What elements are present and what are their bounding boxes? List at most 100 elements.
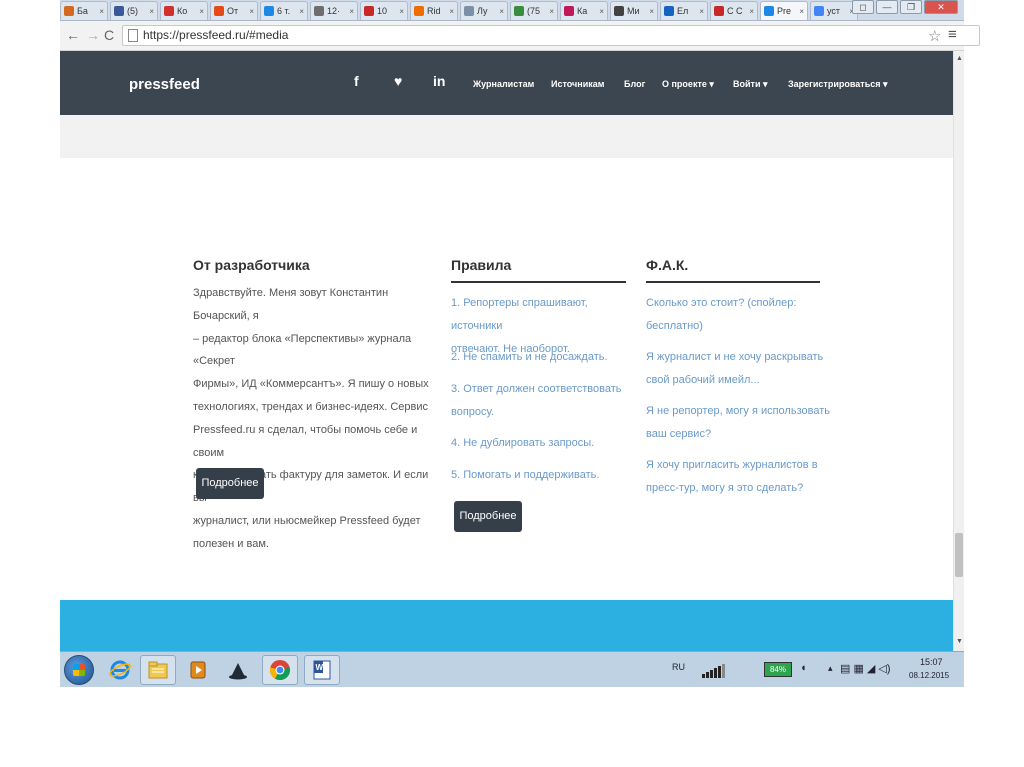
tab-favicon-icon (714, 6, 724, 16)
rule-item-4[interactable]: 4. Не дублировать запросы. (451, 432, 641, 455)
tab-label: 10 (377, 6, 388, 16)
tray-icons[interactable]: ▤ ▦ ◢ ◁) (840, 662, 891, 675)
chrome-icon[interactable] (262, 655, 298, 685)
tab-close-icon[interactable]: × (599, 7, 604, 16)
forward-icon[interactable]: → (86, 27, 100, 43)
tab-close-icon[interactable]: × (399, 7, 404, 16)
tab-favicon-icon (214, 6, 224, 16)
nav-blog[interactable]: Блог (624, 79, 645, 89)
media-player-icon[interactable] (180, 655, 216, 685)
rule-item-2[interactable]: 2. Не спамить и не досаждать. (451, 346, 641, 369)
browser-tab[interactable]: Ка × (560, 1, 608, 20)
faq-item-4[interactable]: Я хочу пригласить журналистов в пресс-ту… (646, 454, 846, 500)
tab-label: От (227, 6, 239, 16)
browser-tab[interactable]: Ко × (160, 1, 208, 20)
page-scrollbar[interactable]: ▲ ▼ (953, 51, 964, 651)
nav-login[interactable]: Войти ▾ (733, 79, 768, 90)
browser-tab[interactable]: 6 т. × (260, 1, 308, 20)
faq-divider (646, 281, 820, 283)
tray-overflow-icon[interactable]: ▴ (828, 663, 833, 674)
url-field[interactable]: https://pressfeed.ru/#media (122, 25, 980, 46)
rules-more-button[interactable]: Подробнее (454, 501, 522, 532)
tab-close-icon[interactable]: × (799, 7, 804, 16)
browser-tab[interactable]: Ба × (60, 1, 108, 20)
tab-label: 6 т. (277, 6, 291, 16)
faq-line: ваш сервис? (646, 427, 712, 440)
browser-tab[interactable]: Ел × (660, 1, 708, 20)
browser-tab[interactable]: Ми × (610, 1, 658, 20)
tab-close-icon[interactable]: × (149, 7, 154, 16)
scroll-up-icon[interactable]: ▲ (956, 55, 963, 62)
rule-line: вопросу. (451, 405, 494, 418)
page-icon (128, 29, 138, 42)
tab-label: (75 (527, 6, 541, 16)
browser-tab[interactable]: (75 × (510, 1, 558, 20)
nav-sources[interactable]: Источникам (551, 79, 604, 89)
tab-close-icon[interactable]: × (749, 7, 754, 16)
tab-close-icon[interactable]: × (249, 7, 254, 16)
tab-close-icon[interactable]: × (99, 7, 104, 16)
minimize-icon[interactable]: — (876, 0, 898, 14)
tab-close-icon[interactable]: × (449, 7, 454, 16)
file-explorer-icon[interactable] (140, 655, 176, 685)
signal-strength-icon[interactable] (702, 664, 725, 678)
tab-favicon-icon (414, 6, 424, 16)
nav-register[interactable]: Зарегистрироваться ▾ (788, 79, 888, 90)
tab-close-icon[interactable]: × (649, 7, 654, 16)
clock-date[interactable]: 08.12.2015 (909, 671, 949, 680)
browser-tab[interactable]: уст× (810, 1, 858, 20)
tab-favicon-icon (164, 6, 174, 16)
faq-line: Я хочу пригласить журналистов в (646, 459, 818, 471)
developer-more-button[interactable]: Подробнее (196, 468, 264, 499)
browser-tab[interactable]: 12· × (310, 1, 358, 20)
nav-about[interactable]: О проекте ▾ (662, 79, 714, 90)
linkedin-icon[interactable]: in (433, 73, 445, 89)
scroll-down-icon[interactable]: ▼ (956, 638, 963, 645)
rule-item-3[interactable]: 3. Ответ должен соответствовать вопросу. (451, 378, 641, 424)
word-icon[interactable]: W (304, 655, 340, 685)
nav-journalists[interactable]: Журналистам (473, 79, 534, 89)
reload-icon[interactable]: C (104, 27, 114, 43)
tab-close-icon[interactable]: × (199, 7, 204, 16)
internet-explorer-icon[interactable] (102, 655, 138, 685)
tab-close-icon[interactable]: × (299, 7, 304, 16)
back-icon[interactable]: ← (66, 27, 80, 43)
faq-title: Ф.А.К. (646, 257, 689, 273)
rule-item-5[interactable]: 5. Помогать и поддерживать. (451, 464, 641, 487)
browser-tab[interactable]: Лу × (460, 1, 508, 20)
faq-item-1[interactable]: Сколько это стоит? (спойлер: бесплатно) (646, 292, 846, 338)
browser-tab[interactable]: C C × (710, 1, 758, 20)
maximize-icon[interactable]: ❐ (900, 0, 922, 14)
tab-favicon-icon (664, 6, 674, 16)
close-window-icon[interactable]: ✕ (924, 0, 958, 14)
developer-line: Pressfeed.ru я сделал, чтобы помочь себе… (193, 423, 418, 459)
browser-tab[interactable]: От × (210, 1, 258, 20)
page-viewport: pressfeed f ♥ in Журналистам Источникам … (60, 51, 953, 651)
faq-item-3[interactable]: Я не репортер, могу я использовать ваш с… (646, 400, 846, 446)
browser-tab[interactable]: (5) × (110, 1, 158, 20)
tab-close-icon[interactable]: × (549, 7, 554, 16)
site-logo[interactable]: pressfeed (129, 76, 200, 93)
tab-close-icon[interactable]: × (499, 7, 504, 16)
bookmark-star-icon[interactable]: ☆ (928, 27, 941, 45)
tab-label: Rid (427, 6, 441, 16)
battery-indicator[interactable]: 84% (764, 662, 792, 677)
browser-tab[interactable]: 10 × (360, 1, 408, 20)
developer-line: – редактор блока «Перспективы» журнала «… (193, 332, 412, 368)
start-button[interactable] (64, 655, 94, 685)
tab-close-icon[interactable]: × (349, 7, 354, 16)
user-icon[interactable]: ◻ (852, 0, 874, 14)
tab-close-icon[interactable]: × (699, 7, 704, 16)
browser-tab[interactable]: Rid × (410, 1, 458, 20)
power-plug-icon[interactable]: ◖ (800, 662, 807, 674)
browser-tab[interactable]: Pre × (760, 1, 808, 20)
browser-menu-icon[interactable]: ≡ (948, 26, 957, 43)
developer-text: Здравствуйте. Меня зовут Константин Боча… (193, 282, 433, 556)
faq-item-2[interactable]: Я журналист и не хочу раскрывать свой ра… (646, 346, 846, 392)
app-wizard-icon[interactable] (220, 655, 256, 685)
clock-time[interactable]: 15:07 (920, 657, 943, 667)
language-indicator[interactable]: RU (672, 662, 685, 672)
facebook-icon[interactable]: f (354, 73, 359, 89)
twitter-icon[interactable]: ♥ (394, 73, 402, 89)
scroll-thumb[interactable] (955, 533, 963, 577)
